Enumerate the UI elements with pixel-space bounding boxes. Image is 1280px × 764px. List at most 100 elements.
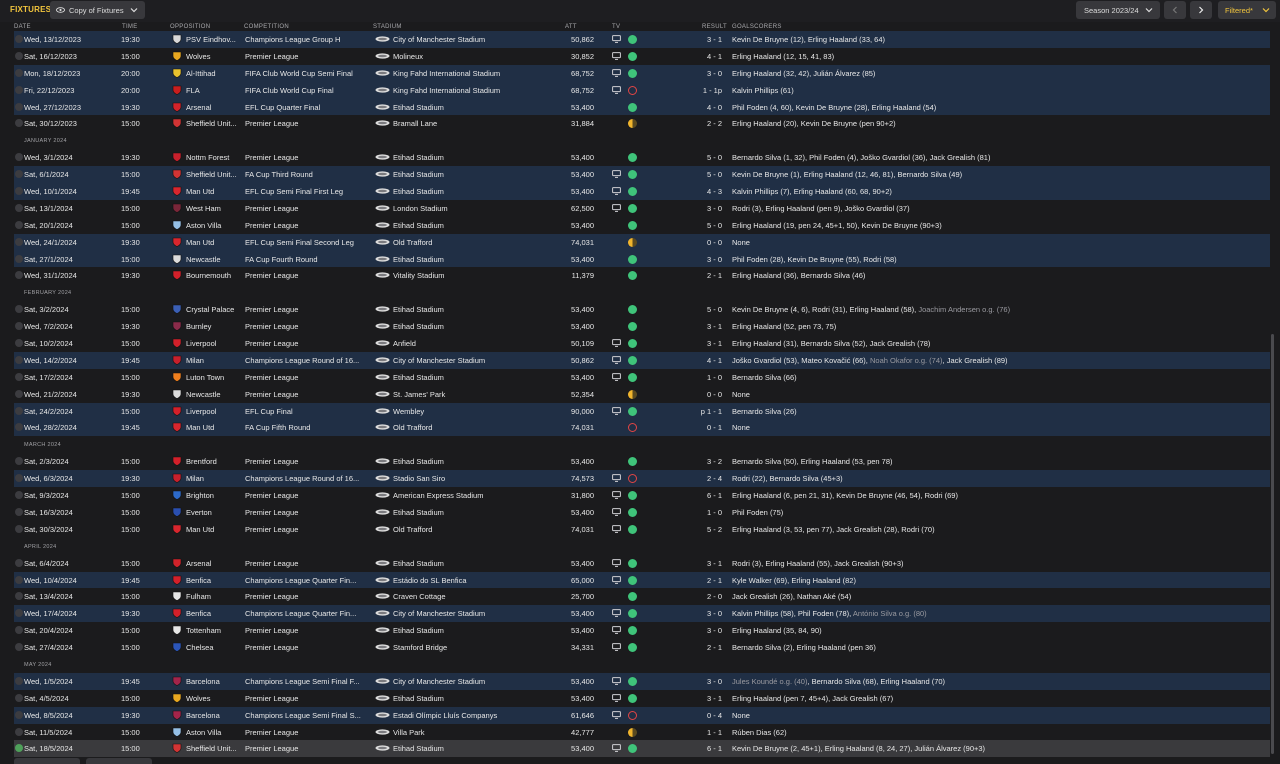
match-score[interactable]: 1 - 1 [674, 728, 722, 737]
fixture-row[interactable]: Sat, 3/2/2024 15:00 Crystal Palace Premier … [14, 301, 1270, 319]
stadium-link[interactable]: Stamford Bridge [393, 643, 543, 652]
competition-link[interactable]: EFL Cup Quarter Final [245, 103, 375, 112]
match-score[interactable]: 2 - 4 [674, 474, 722, 483]
fixture-row[interactable]: Wed, 28/2/2024 19:45 Man Utd FA Cup Fifth R… [14, 419, 1270, 437]
stadium-link[interactable]: Etihad Stadium [393, 103, 543, 112]
stadium-link[interactable]: Bramall Lane [393, 119, 543, 128]
match-score[interactable]: 4 - 1 [674, 52, 722, 61]
fixture-row[interactable]: Sat, 30/12/2023 15:00 Sheffield Unit... Pre… [14, 115, 1270, 133]
row-select-checkbox[interactable] [15, 237, 23, 246]
competition-link[interactable]: Premier League [245, 221, 375, 230]
stadium-link[interactable]: London Stadium [393, 204, 543, 213]
match-score[interactable]: 3 - 0 [674, 677, 722, 686]
competition-link[interactable]: Champions League Quarter Fin... [245, 609, 375, 618]
match-score[interactable]: 3 - 1 [674, 35, 722, 44]
row-select-checkbox[interactable] [15, 187, 23, 196]
fixture-row[interactable]: Sat, 16/3/2024 15:00 Everton Premier League… [14, 503, 1270, 521]
match-score[interactable]: 5 - 0 [674, 221, 722, 230]
stadium-link[interactable]: Etihad Stadium [393, 626, 543, 635]
competition-link[interactable]: Champions League Round of 16... [245, 356, 375, 365]
fixture-row[interactable]: Sat, 2/3/2024 15:00 Brentford Premier Leagu… [14, 453, 1270, 471]
competition-link[interactable]: Premier League [245, 204, 375, 213]
match-score[interactable]: 2 - 0 [674, 592, 722, 601]
match-score[interactable]: 5 - 2 [674, 525, 722, 534]
fixture-row[interactable]: Wed, 7/2/2024 19:30 Burnley Premier League E… [14, 318, 1270, 336]
match-score[interactable]: 4 - 3 [674, 187, 722, 196]
match-score[interactable]: 4 - 1 [674, 356, 722, 365]
view-select-button[interactable]: Copy of Fixtures [50, 1, 145, 19]
stadium-link[interactable]: Molineux [393, 52, 543, 61]
competition-link[interactable]: FA Cup Fourth Round [245, 255, 375, 264]
competition-link[interactable]: Champions League Semi Final F... [245, 677, 375, 686]
competition-link[interactable]: Premier League [245, 373, 375, 382]
match-score[interactable]: 3 - 1 [674, 339, 722, 348]
stadium-link[interactable]: Estadi Olímpic Lluís Companys [393, 711, 543, 720]
stadium-link[interactable]: Old Trafford [393, 423, 543, 432]
match-score[interactable]: 1 - 0 [674, 373, 722, 382]
scrollbar[interactable] [1271, 334, 1274, 754]
fixture-row[interactable]: Sat, 6/1/2024 15:00 Sheffield Unit... FA Cu… [14, 166, 1270, 184]
row-select-checkbox[interactable] [15, 254, 23, 263]
fixture-row[interactable]: Wed, 24/1/2024 19:30 Man Utd EFL Cup Semi F… [14, 233, 1270, 251]
row-select-checkbox[interactable] [15, 457, 23, 466]
stadium-link[interactable]: Wembley [393, 407, 543, 416]
match-score[interactable]: 0 - 1 [674, 423, 722, 432]
competition-link[interactable]: FIFA Club World Cup Semi Final [245, 69, 375, 78]
footer-button[interactable] [86, 758, 152, 764]
stadium-link[interactable]: King Fahd International Stadium [393, 86, 543, 95]
stadium-link[interactable]: Etihad Stadium [393, 457, 543, 466]
fixture-row[interactable]: Sat, 24/2/2024 15:00 Liverpool EFL Cup Fina… [14, 402, 1270, 420]
match-score[interactable]: 0 - 0 [674, 238, 722, 247]
competition-link[interactable]: Premier League [245, 153, 375, 162]
competition-link[interactable]: Premier League [245, 643, 375, 652]
match-score[interactable]: 0 - 4 [674, 711, 722, 720]
competition-link[interactable]: Champions League Quarter Fin... [245, 576, 375, 585]
stadium-link[interactable]: City of Manchester Stadium [393, 35, 543, 44]
competition-link[interactable]: Premier League [245, 322, 375, 331]
competition-link[interactable]: EFL Cup Final [245, 407, 375, 416]
competition-link[interactable]: EFL Cup Semi Final First Leg [245, 187, 375, 196]
match-score[interactable]: 5 - 0 [674, 305, 722, 314]
fixture-row[interactable]: Sat, 9/3/2024 15:00 Brighton Premier League… [14, 487, 1270, 504]
stadium-link[interactable]: Estádio do SL Benfica [393, 576, 543, 585]
competition-link[interactable]: Premier League [245, 559, 375, 568]
row-select-checkbox[interactable] [15, 592, 23, 601]
match-score[interactable]: 1 - 1p [674, 86, 722, 95]
row-select-checkbox[interactable] [15, 102, 23, 111]
competition-link[interactable]: Premier League [245, 626, 375, 635]
competition-link[interactable]: Premier League [245, 508, 375, 517]
match-score[interactable]: 3 - 0 [674, 255, 722, 264]
stadium-link[interactable]: Etihad Stadium [393, 694, 543, 703]
fixture-row[interactable]: Wed, 3/1/2024 19:30 Nottm Forest Premier Le… [14, 149, 1270, 167]
match-score[interactable]: 0 - 0 [674, 390, 722, 399]
fixture-row[interactable]: Sat, 27/1/2024 15:00 Newcastle FA Cup Fourt… [14, 250, 1270, 268]
row-select-checkbox[interactable] [15, 153, 23, 162]
row-select-checkbox[interactable] [15, 676, 23, 685]
stadium-link[interactable]: City of Manchester Stadium [393, 677, 543, 686]
stadium-link[interactable]: Etihad Stadium [393, 559, 543, 568]
row-select-checkbox[interactable] [15, 575, 23, 584]
match-score[interactable]: 3 - 0 [674, 609, 722, 618]
competition-link[interactable]: Premier League [245, 491, 375, 500]
row-select-checkbox[interactable] [15, 203, 23, 212]
competition-link[interactable]: Premier League [245, 52, 375, 61]
row-select-checkbox[interactable] [15, 558, 23, 567]
row-select-checkbox[interactable] [15, 85, 23, 94]
fixture-row[interactable]: Sat, 18/5/2024 15:00 Sheffield Unit... Prem… [14, 740, 1270, 758]
stadium-link[interactable]: Villa Park [393, 728, 543, 737]
fixture-row[interactable]: Wed, 17/4/2024 19:30 Benfica Champions Leag… [14, 605, 1270, 623]
match-score[interactable]: 3 - 1 [674, 322, 722, 331]
row-select-checkbox[interactable] [15, 372, 23, 381]
stadium-link[interactable]: Etihad Stadium [393, 187, 543, 196]
row-select-checkbox[interactable] [15, 51, 23, 60]
match-score[interactable]: 2 - 2 [674, 119, 722, 128]
fixture-row[interactable]: Wed, 21/2/2024 19:30 Newcastle Premier Leag… [14, 385, 1270, 403]
season-select-button[interactable]: Season 2023/24 [1076, 1, 1160, 19]
row-select-checkbox[interactable] [15, 474, 23, 483]
row-select-checkbox[interactable] [15, 322, 23, 331]
competition-link[interactable]: Premier League [245, 744, 375, 753]
fixture-row[interactable]: Wed, 31/1/2024 19:30 Bournemouth Premier Le… [14, 267, 1270, 285]
row-select-checkbox[interactable] [15, 305, 23, 314]
match-score[interactable]: 5 - 0 [674, 153, 722, 162]
row-select-checkbox[interactable] [15, 271, 23, 280]
